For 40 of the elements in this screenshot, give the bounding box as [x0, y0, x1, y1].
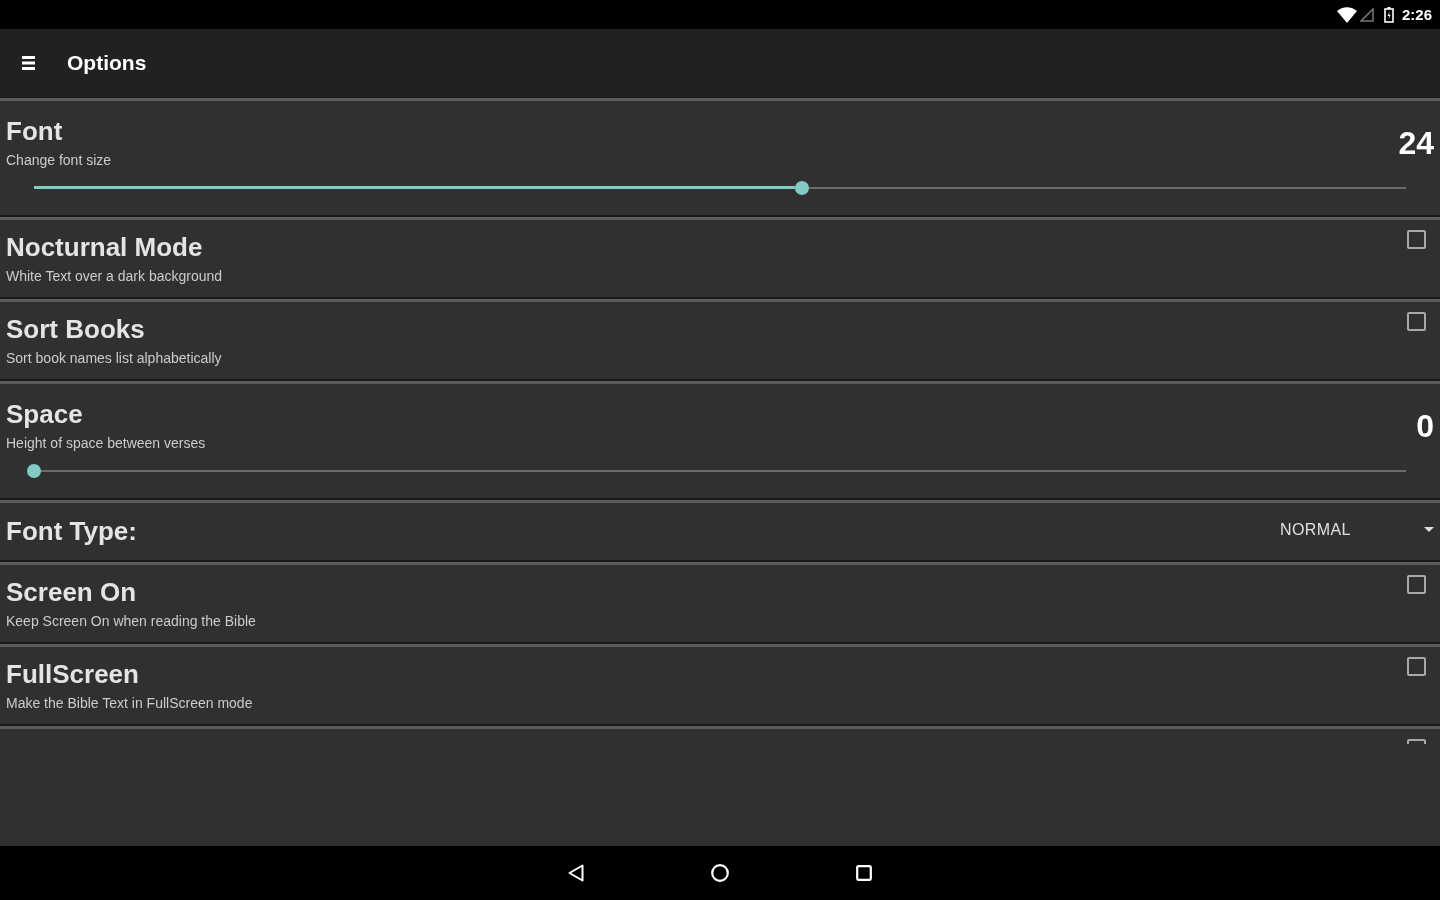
slider-thumb[interactable] [795, 181, 810, 195]
checkbox[interactable] [1407, 230, 1426, 249]
recents-icon[interactable] [856, 865, 872, 881]
home-icon[interactable] [711, 864, 729, 882]
setting-title: Font Type: [6, 515, 137, 548]
settings-row[interactable]: Space Height of space between verses 0 [0, 381, 1440, 498]
settings-row[interactable]: Screen On Keep Screen On when reading the Bible [0, 562, 1440, 642]
menu-icon[interactable] [22, 55, 35, 71]
setting-value: 0 [1416, 407, 1434, 445]
font-type-dropdown[interactable]: NORMAL [1280, 520, 1434, 539]
settings-row[interactable]: FullScreen Make the Bible Text in FullScreen mode [0, 644, 1440, 724]
wifi-icon [1336, 6, 1357, 23]
setting-description: Make the Bible Text in FullScreen mode [6, 694, 253, 713]
back-icon[interactable] [568, 864, 584, 882]
setting-title: FullScreen [6, 659, 140, 689]
status-time: 2:26 [1401, 6, 1432, 23]
slider-track[interactable] [34, 180, 1406, 196]
checkbox[interactable] [1407, 657, 1426, 676]
setting-title: Screen On [6, 577, 138, 607]
setting-description: White Text over a dark background [6, 267, 223, 286]
checkbox[interactable] [1407, 312, 1426, 331]
setting-value: 24 [1398, 124, 1434, 162]
setting-description: Height of space between verses [6, 434, 206, 453]
setting-title: Font [6, 116, 64, 146]
setting-title: Space [6, 399, 84, 429]
setting-title: Sort Books [6, 314, 146, 344]
signal-icon [1359, 7, 1374, 22]
settings-row[interactable]: Font Change font size 24 [0, 98, 1440, 215]
setting-description: Sort book names list alphabetically [6, 349, 222, 368]
setting-title: Nocturnal Mode [6, 232, 204, 262]
settings-row[interactable]: Sort Books Sort book names list alphabetically [0, 299, 1440, 379]
settings-row[interactable]: Font Type: NORMAL [0, 500, 1440, 560]
checkbox[interactable] [1407, 575, 1426, 594]
caret-icon [1424, 527, 1434, 532]
setting-description: Change font size [6, 151, 112, 170]
setting-description: Keep Screen On when reading the Bible [6, 612, 256, 631]
toolbar-title: Options [67, 51, 147, 75]
battery-icon [1383, 6, 1394, 23]
slider-thumb[interactable] [27, 464, 41, 478]
settings-row[interactable]: Nocturnal Mode White Text over a dark background [0, 217, 1440, 297]
